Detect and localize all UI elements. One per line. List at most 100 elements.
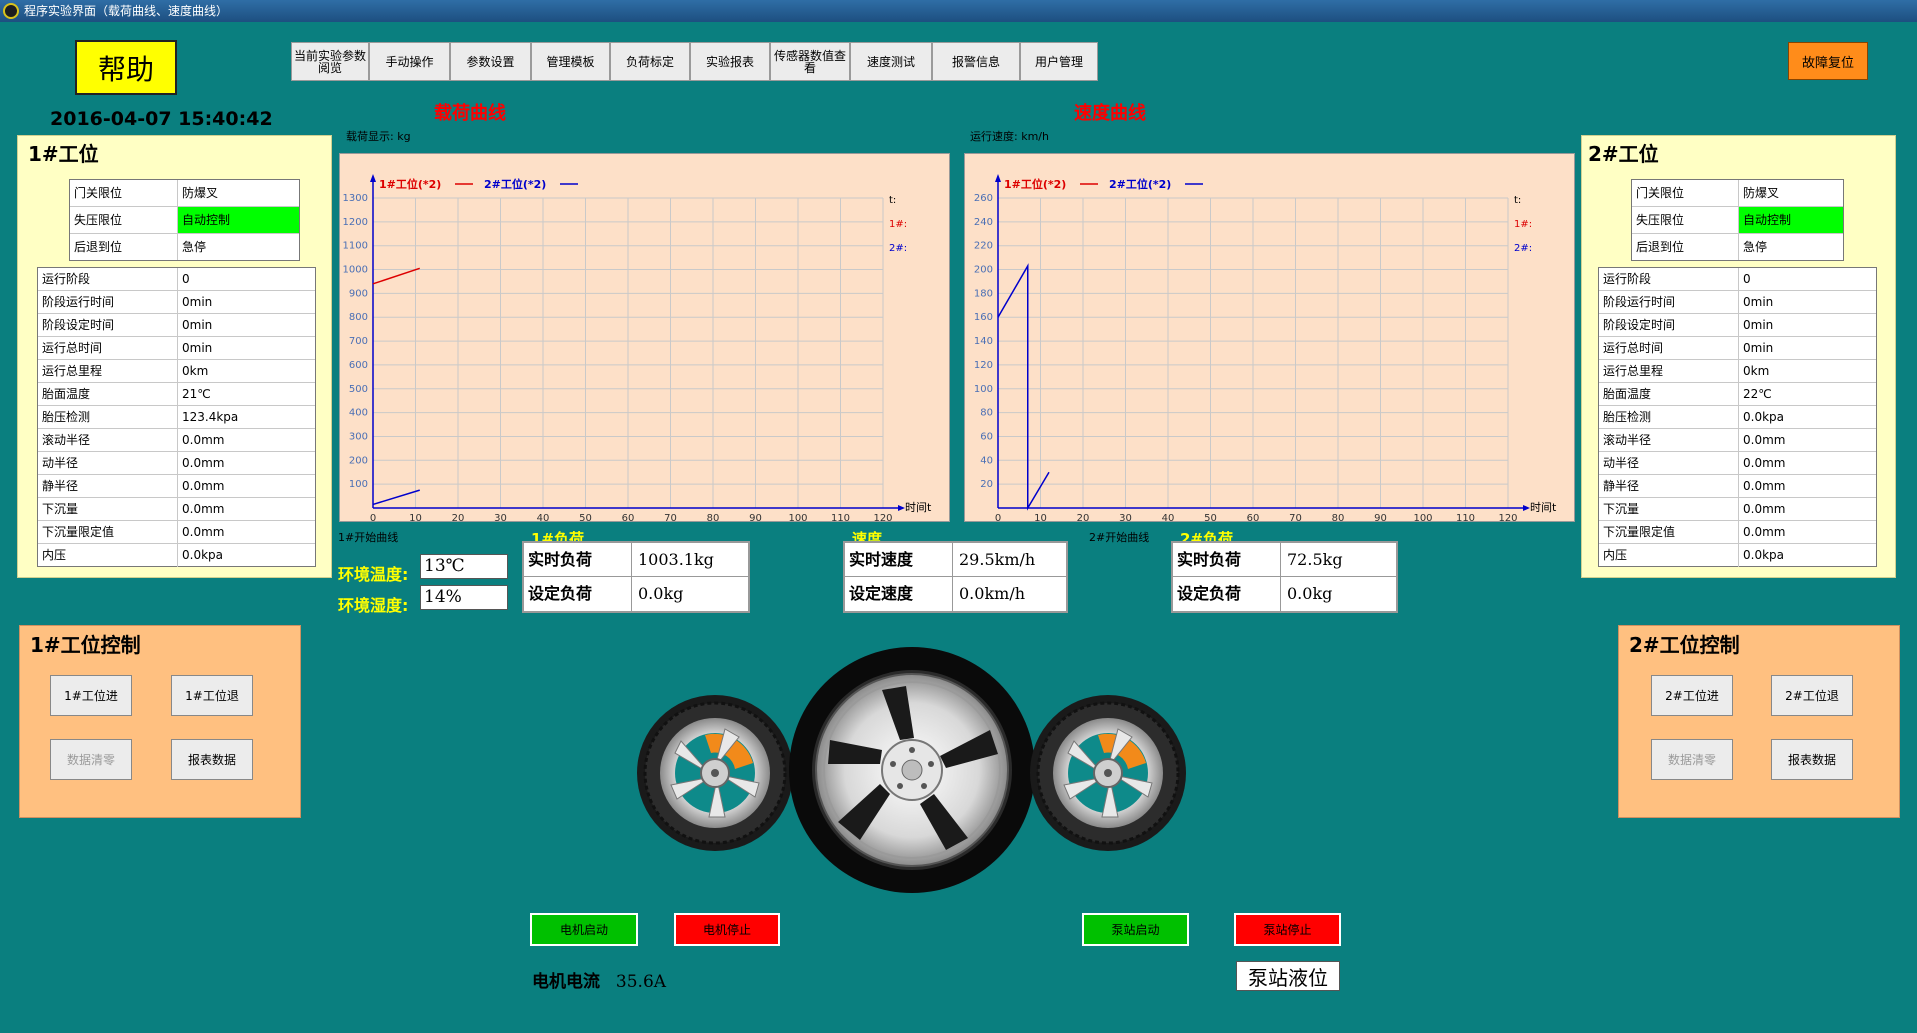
station1-param-row: 阶段运行时间 0min — [38, 291, 315, 314]
x-tick-label: 70 — [1289, 513, 1302, 521]
station1-param-row: 胎压检测 123.4kpa — [38, 406, 315, 429]
load1-value: 1003.1kg — [638, 550, 714, 569]
load-chart: 0 10 20 30 40 50 60 70 80 90 100 110 120 100 200 300 400… — [339, 153, 950, 522]
station2-title: 2#工位 — [1588, 142, 1659, 166]
x-tick-label: 0 — [995, 513, 1001, 521]
y-tick-label: 300 — [349, 431, 368, 442]
param-label: 静半径 — [1599, 475, 1739, 497]
window-title: 程序实验界面（载荷曲线、速度曲线） — [24, 4, 229, 18]
param-label: 运行总里程 — [1599, 360, 1739, 382]
pump-start-button[interactable]: 泵站启动 — [1082, 913, 1189, 946]
station1-clear-data-button[interactable]: 数据清零 — [50, 739, 132, 780]
env-humidity-label: 环境湿度: — [338, 596, 409, 615]
load1-value: 0.0kg — [638, 584, 684, 603]
right-side-label: 1#: — [889, 219, 907, 230]
toolbar-item-manual[interactable]: 手动操作 — [369, 42, 450, 81]
tire-drum-illustration — [637, 647, 1186, 893]
x-tick-label: 110 — [831, 513, 850, 521]
station1-param-row: 运行总时间 0min — [38, 337, 315, 360]
toolbar-item-users[interactable]: 用户管理 — [1020, 42, 1098, 81]
x-axis-arrow — [1523, 505, 1530, 511]
x-tick-label: 0 — [370, 513, 376, 521]
station1-forward-button[interactable]: 1#工位进 — [50, 675, 132, 716]
station2-param-row: 下沉量限定值 0.0mm — [1599, 521, 1876, 544]
fault-reset-button[interactable]: 故障复位 — [1788, 42, 1868, 80]
param-value: 21℃ — [182, 387, 211, 401]
toolbar-item-params-view[interactable]: 当前实验参数阅览 — [291, 42, 369, 81]
station2-report-data-button[interactable]: 报表数据 — [1771, 739, 1853, 780]
station1-param-row: 阶段设定时间 0min — [38, 314, 315, 337]
legend-entry: 2#工位(*2) — [1109, 177, 1171, 191]
param-label: 运行阶段 — [38, 268, 178, 290]
param-value: 0.0kpa — [182, 548, 224, 562]
limit-label: 后退到位 — [70, 234, 178, 260]
station1-control-title: 1#工位控制 — [30, 633, 141, 657]
legend-entry: 1#工位(*2) — [379, 177, 441, 191]
pump-stop-button[interactable]: 泵站停止 — [1234, 913, 1341, 946]
speed-row: 实时速度 29.5km/h — [845, 543, 1066, 577]
limit-label: 失压限位 — [1632, 207, 1739, 233]
load2-label: 设定负荷 — [1173, 577, 1281, 611]
x-tick-label: 60 — [622, 513, 635, 521]
x-tick-label: 10 — [1034, 513, 1047, 521]
x-tick-label: 90 — [1374, 513, 1387, 521]
station2-retreat-button[interactable]: 2#工位退 — [1771, 675, 1853, 716]
station1-control-panel: 1#工位控制 1#工位进 1#工位退 数据清零 报表数据 — [19, 625, 301, 818]
limit-label: 后退到位 — [1632, 234, 1739, 260]
station1-param-row: 静半径 0.0mm — [38, 475, 315, 498]
y-tick-label: 900 — [349, 288, 368, 299]
limit-value: 防爆叉 — [1743, 186, 1780, 200]
station2-param-row: 阶段设定时间 0min — [1599, 314, 1876, 337]
toolbar-item-load-calibration[interactable]: 负荷标定 — [610, 42, 690, 81]
y-tick-label: 140 — [974, 336, 993, 347]
station1-retreat-button[interactable]: 1#工位退 — [171, 675, 253, 716]
toolbar-item-sensors[interactable]: 传感器数值查看 — [770, 42, 850, 81]
station2-param-row: 下沉量 0.0mm — [1599, 498, 1876, 521]
y-tick-label: 160 — [974, 312, 993, 323]
y-tick-label: 260 — [974, 193, 993, 204]
y-tick-label: 100 — [974, 384, 993, 395]
param-label: 内压 — [1599, 544, 1739, 567]
station1-report-data-button[interactable]: 报表数据 — [171, 739, 253, 780]
y-axis-arrow — [995, 174, 1001, 182]
toolbar-item-report[interactable]: 实验报表 — [690, 42, 770, 81]
param-value: 0min — [1743, 318, 1774, 332]
toolbar-item-templates[interactable]: 管理模板 — [531, 42, 610, 81]
y-tick-label: 400 — [349, 408, 368, 419]
toolbar-item-speed-test[interactable]: 速度测试 — [850, 42, 932, 81]
speed-label: 设定速度 — [845, 577, 953, 611]
y-tick-label: 40 — [980, 455, 993, 466]
param-value: 0.0mm — [1743, 502, 1786, 516]
load2-row: 实时负荷 72.5kg — [1173, 543, 1396, 577]
station2-forward-button[interactable]: 2#工位进 — [1651, 675, 1733, 716]
station2-limit-row: 门关限位 防爆叉 — [1632, 180, 1843, 207]
motor-start-button[interactable]: 电机启动 — [530, 913, 638, 946]
param-label: 下沉量 — [1599, 498, 1739, 520]
motor-stop-button[interactable]: 电机停止 — [674, 913, 780, 946]
x-axis-label: 时间t — [1530, 501, 1557, 514]
station1-limits-table: 门关限位 防爆叉 失压限位 自动控制 后退到位 急停 — [69, 179, 300, 261]
y-tick-label: 1300 — [343, 193, 368, 204]
x-tick-label: 120 — [873, 513, 892, 521]
toolbar-item-alarms[interactable]: 报警信息 — [932, 42, 1020, 81]
param-label: 滚动半径 — [1599, 429, 1739, 451]
x-tick-label: 90 — [749, 513, 762, 521]
limit-label: 失压限位 — [70, 207, 178, 233]
param-value: 0.0mm — [182, 479, 225, 493]
station1-limit-row: 失压限位 自动控制 — [70, 207, 299, 234]
load2-value: 72.5kg — [1287, 550, 1343, 569]
y-tick-label: 200 — [974, 265, 993, 276]
param-label: 阶段设定时间 — [1599, 314, 1739, 336]
param-label: 阶段运行时间 — [1599, 291, 1739, 313]
station2-clear-data-button[interactable]: 数据清零 — [1651, 739, 1733, 780]
station2-param-row: 滚动半径 0.0mm — [1599, 429, 1876, 452]
speed-value: 29.5km/h — [959, 550, 1036, 569]
help-button[interactable]: 帮助 — [75, 40, 177, 95]
station2-limits-table: 门关限位 防爆叉 失压限位 自动控制 后退到位 急停 — [1631, 179, 1844, 261]
station2-param-row: 阶段运行时间 0min — [1599, 291, 1876, 314]
limit-value: 防爆叉 — [182, 186, 219, 200]
param-label: 静半径 — [38, 475, 178, 497]
y-tick-label: 60 — [980, 431, 993, 442]
toolbar-item-settings[interactable]: 参数设置 — [450, 42, 531, 81]
y-tick-label: 220 — [974, 241, 993, 252]
